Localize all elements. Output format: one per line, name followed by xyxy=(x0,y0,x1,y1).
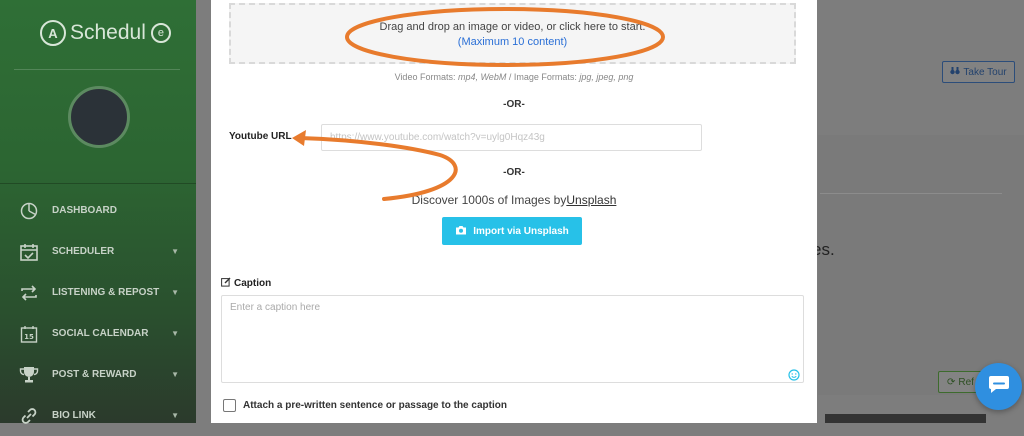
sidebar-item-label: DASHBOARD xyxy=(52,205,117,216)
sidebar-item-social-calendar[interactable]: 15 SOCIAL CALENDAR ▼ xyxy=(0,313,196,354)
background-bar xyxy=(825,414,986,423)
youtube-url-input[interactable] xyxy=(321,124,702,151)
link-icon xyxy=(18,405,40,427)
formats-mid: / Image Formats: xyxy=(506,72,580,82)
dropzone-limit: (Maximum 10 content) xyxy=(457,36,568,48)
supported-formats: Video Formats: mp4, WebM / Image Formats… xyxy=(211,72,817,82)
sidebar-divider xyxy=(14,69,180,70)
dropzone-instruction: Drag and drop an image or video, or clic… xyxy=(379,21,646,33)
calendar-15-icon: 15 xyxy=(18,323,40,345)
logo-mark-icon: A xyxy=(40,20,66,46)
binoculars-icon xyxy=(950,66,961,78)
calendar-check-icon xyxy=(18,241,40,263)
import-unsplash-label: Import via Unsplash xyxy=(473,225,569,237)
upload-modal: Drag and drop an image or video, or clic… xyxy=(211,0,817,423)
svg-text:15: 15 xyxy=(24,333,34,341)
take-tour-label: Take Tour xyxy=(963,66,1007,78)
unsplash-discover: Discover 1000s of Images byUnsplash xyxy=(211,193,817,207)
chat-widget-button[interactable] xyxy=(975,363,1022,410)
formats-prefix: Video Formats: xyxy=(394,72,458,82)
video-formats: mp4, WebM xyxy=(457,72,507,82)
or-divider: -OR- xyxy=(503,167,525,178)
sidebar-menu: DASHBOARD SCHEDULER ▼ LISTENING & REPOST… xyxy=(0,190,196,436)
chevron-down-icon: ▼ xyxy=(171,411,179,420)
background-panel xyxy=(818,135,1024,395)
sidebar-item-label: POST & REWARD xyxy=(52,369,137,380)
emoji-icon[interactable] xyxy=(788,368,800,381)
chat-icon xyxy=(988,374,1010,399)
sidebar-item-dashboard[interactable]: DASHBOARD xyxy=(0,190,196,231)
sidebar-item-post-reward[interactable]: POST & REWARD ▼ xyxy=(0,354,196,395)
attach-checkbox[interactable] xyxy=(223,399,236,412)
sidebar: A Schedul e DASHBOARD SCHEDULER ▼ LISTEN… xyxy=(0,0,196,424)
chevron-down-icon: ▼ xyxy=(171,288,179,297)
pie-chart-icon xyxy=(18,200,40,222)
discover-text: Discover 1000s of Images by xyxy=(411,193,567,207)
chevron-down-icon: ▼ xyxy=(171,370,179,379)
background-divider xyxy=(820,193,1002,194)
chevron-down-icon: ▼ xyxy=(171,247,179,256)
youtube-url-label: Youtube URL xyxy=(229,131,292,142)
caption-label: Caption xyxy=(221,277,271,290)
sidebar-item-label: LISTENING & REPOST xyxy=(52,287,160,298)
refresh-label: Ref xyxy=(958,376,974,388)
avatar[interactable] xyxy=(68,86,130,148)
sidebar-item-label: SOCIAL CALENDAR xyxy=(52,328,149,339)
caption-textarea[interactable] xyxy=(221,295,804,383)
edit-icon xyxy=(221,277,231,290)
sidebar-item-label: BIO LINK xyxy=(52,410,96,421)
attach-label: Attach a pre-written sentence or passage… xyxy=(243,400,507,411)
logo-text: Schedul xyxy=(70,21,146,44)
take-tour-button[interactable]: Take Tour xyxy=(942,61,1015,83)
sidebar-separator xyxy=(0,183,196,184)
image-formats: jpg, jpeg, png xyxy=(579,72,634,82)
chevron-down-icon: ▼ xyxy=(171,329,179,338)
camera-icon xyxy=(455,225,467,238)
trophy-icon xyxy=(18,364,40,386)
sidebar-item-scheduler[interactable]: SCHEDULER ▼ xyxy=(0,231,196,272)
import-unsplash-button[interactable]: Import via Unsplash xyxy=(442,217,582,245)
unsplash-link[interactable]: Unsplash xyxy=(566,193,616,207)
media-dropzone[interactable]: Drag and drop an image or video, or clic… xyxy=(229,3,796,64)
sidebar-item-listening-repost[interactable]: LISTENING & REPOST ▼ xyxy=(0,272,196,313)
or-divider: -OR- xyxy=(503,99,525,110)
attach-sentence-option[interactable]: Attach a pre-written sentence or passage… xyxy=(223,399,507,412)
logo-suffix: e xyxy=(150,23,171,43)
sidebar-item-label: SCHEDULER xyxy=(52,246,115,257)
repost-icon xyxy=(18,282,40,304)
app-logo[interactable]: A Schedul e xyxy=(40,20,171,46)
caption-label-text: Caption xyxy=(234,278,272,289)
sidebar-item-bio-link[interactable]: BIO LINK ▼ xyxy=(0,395,196,436)
refresh-icon: ⟳ xyxy=(947,376,956,388)
